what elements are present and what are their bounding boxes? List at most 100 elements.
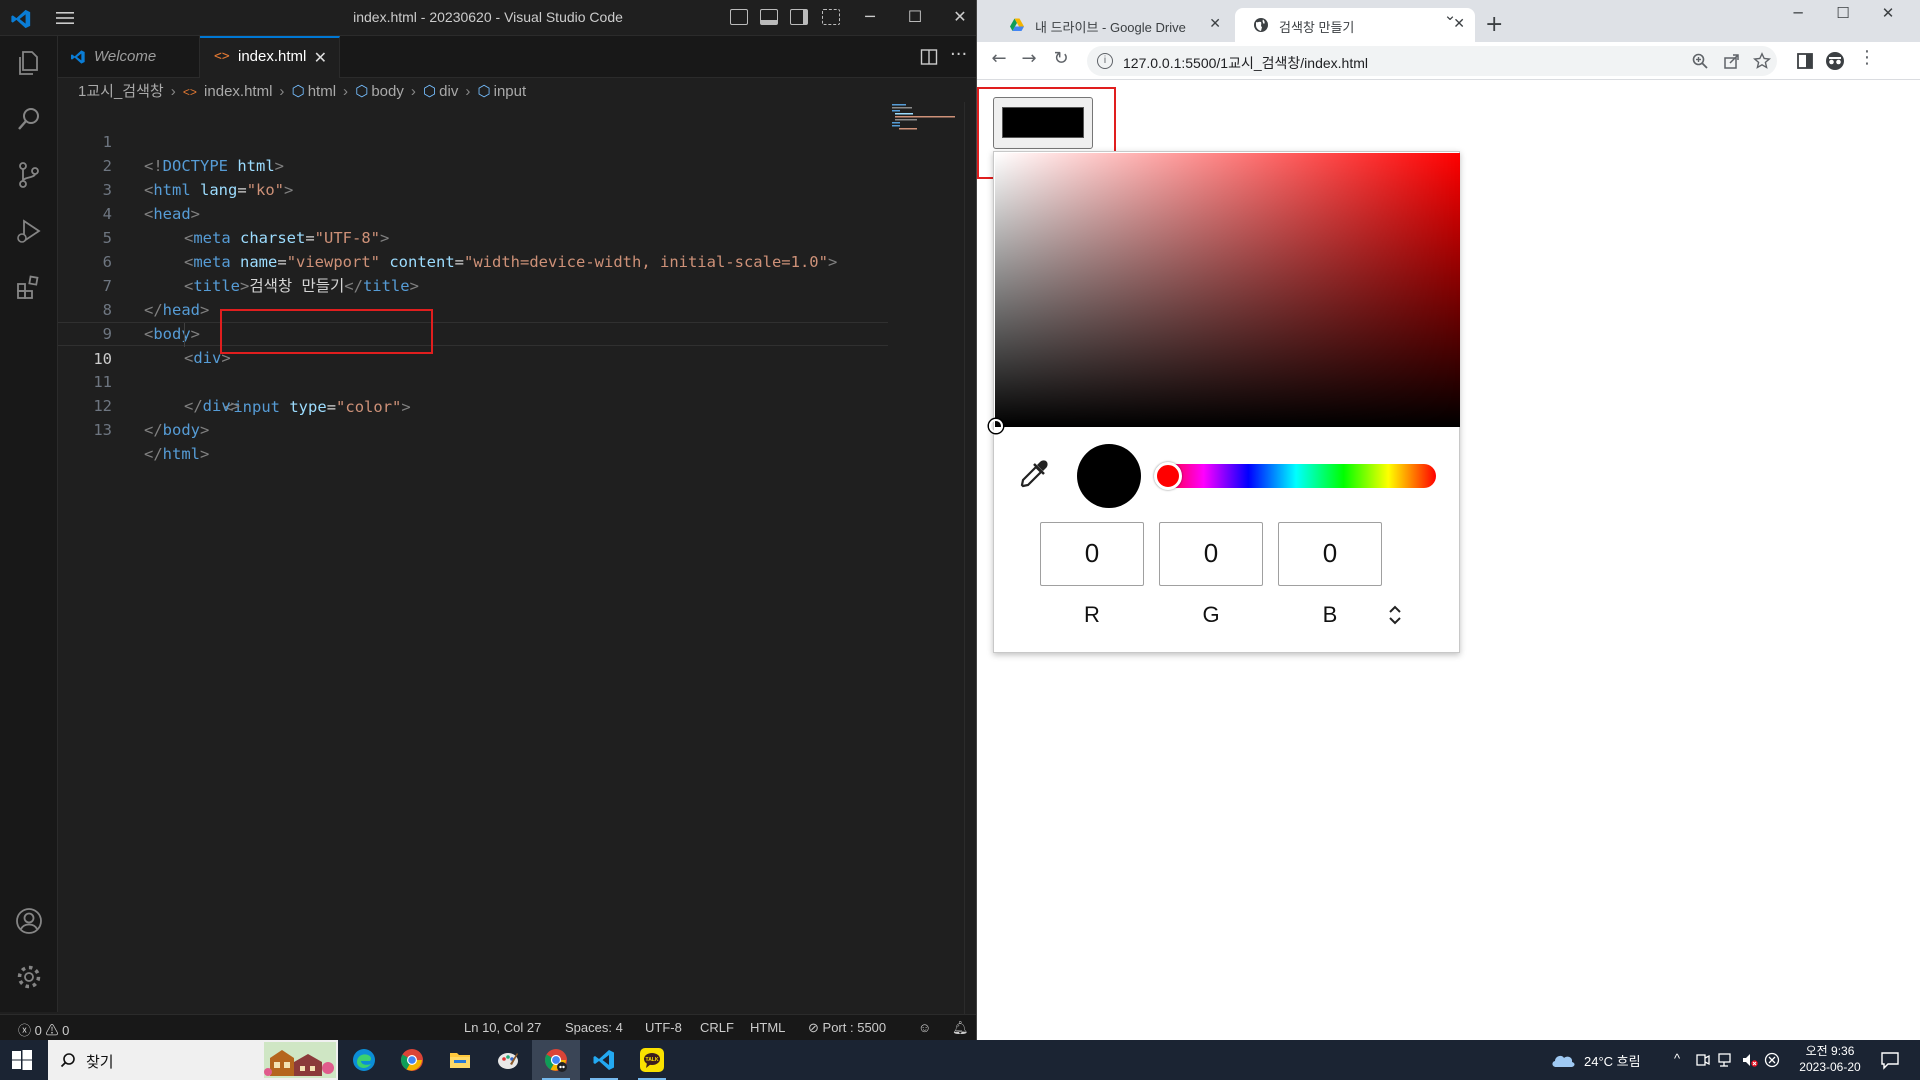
- code-line-current[interactable]: 10 <input type="color">: [58, 322, 888, 416]
- code-line[interactable]: 6 <title>검색창 만들기</title>: [58, 226, 888, 295]
- code-line[interactable]: 12 </body>: [58, 370, 888, 439]
- green-input[interactable]: 0: [1159, 522, 1263, 586]
- settings-gear-icon[interactable]: [14, 962, 44, 992]
- eol-status[interactable]: CRLF: [700, 1020, 734, 1035]
- maximize-icon[interactable]: ☐: [1832, 4, 1854, 22]
- minimize-icon[interactable]: ─: [1787, 4, 1809, 22]
- customize-layout-icon[interactable]: [822, 9, 840, 25]
- red-input[interactable]: 0: [1040, 522, 1144, 586]
- zoom-icon[interactable]: [1691, 52, 1709, 70]
- block-icon: ⊘: [808, 1020, 819, 1035]
- breadcrumb-html[interactable]: html: [308, 83, 336, 100]
- taskbar-kakaotalk[interactable]: TALK: [628, 1040, 676, 1080]
- taskbar-search-box[interactable]: 찾기: [48, 1040, 338, 1080]
- code-line[interactable]: 3 <head>: [58, 154, 888, 223]
- color-input[interactable]: [993, 97, 1093, 149]
- breadcrumb-body[interactable]: body: [371, 83, 404, 100]
- bookmark-star-icon[interactable]: [1753, 52, 1771, 70]
- code-line[interactable]: 11 </div>: [58, 346, 888, 415]
- extensions-icon[interactable]: [14, 272, 44, 302]
- language-mode[interactable]: HTML: [750, 1020, 785, 1035]
- explorer-icon[interactable]: [14, 48, 44, 78]
- network-icon[interactable]: [1718, 1052, 1734, 1068]
- breadcrumb-div[interactable]: div: [439, 83, 458, 100]
- forward-arrow-icon[interactable]: →: [1017, 48, 1041, 69]
- reload-icon[interactable]: ↻: [1049, 48, 1073, 69]
- taskbar-file-explorer[interactable]: [436, 1040, 484, 1080]
- code-line[interactable]: 7 </head>: [58, 250, 888, 319]
- editor-scrollbar[interactable]: [964, 102, 976, 1014]
- url-text[interactable]: 127.0.0.1:5500/1교시_검색창/index.html: [1123, 53, 1368, 73]
- indentation-status[interactable]: Spaces: 4: [565, 1020, 623, 1035]
- saturation-value-handle[interactable]: [989, 419, 1003, 433]
- code-highlight-box: [220, 309, 433, 354]
- breadcrumb-folder[interactable]: 1교시_검색창: [78, 83, 164, 100]
- chrome-tab-strip: 내 드라이브 - Google Drive ✕ 검색창 만들기 ✕ + ⌄ ─ …: [977, 0, 1920, 42]
- hue-slider[interactable]: [1154, 462, 1436, 490]
- format-toggle-icon[interactable]: [1386, 604, 1404, 626]
- share-icon[interactable]: [1723, 52, 1741, 70]
- toggle-primary-sidebar-icon[interactable]: [730, 9, 748, 25]
- taskbar-paint[interactable]: [484, 1040, 532, 1080]
- taskbar-edge[interactable]: [340, 1040, 388, 1080]
- code-line[interactable]: 2 <html lang="ko">: [58, 130, 888, 199]
- tab-google-drive[interactable]: 내 드라이브 - Google Drive ✕: [991, 8, 1231, 42]
- notifications-bell-icon[interactable]: 🔔︎: [952, 1020, 969, 1036]
- site-info-icon[interactable]: i: [1097, 53, 1113, 69]
- taskbar-chrome-profile[interactable]: [532, 1040, 580, 1080]
- minimap[interactable]: [890, 102, 968, 132]
- tab-welcome[interactable]: Welcome: [58, 36, 200, 78]
- close-tab-icon[interactable]: ✕: [1209, 15, 1221, 32]
- close-tab-icon[interactable]: ✕: [314, 48, 327, 68]
- close-icon[interactable]: ✕: [950, 6, 970, 28]
- run-debug-icon[interactable]: [14, 216, 44, 246]
- code-line[interactable]: 5 <meta name="viewport" content="width=d…: [58, 202, 888, 271]
- notification-center-icon[interactable]: [1880, 1050, 1900, 1070]
- side-panel-icon[interactable]: [1795, 51, 1815, 71]
- taskbar-chrome[interactable]: [388, 1040, 436, 1080]
- chrome-menu-icon[interactable]: ⋮: [1855, 47, 1879, 68]
- volume-muted-icon[interactable]: [1742, 1052, 1758, 1068]
- code-editor[interactable]: 1 <!DOCTYPE html> 2 <html lang="ko"> 3 <…: [58, 102, 976, 1014]
- error-icon: ⓧ: [18, 1023, 32, 1038]
- breadcrumb-input[interactable]: input: [494, 83, 527, 100]
- taskbar-vscode[interactable]: [580, 1040, 628, 1080]
- code-line[interactable]: 4 <meta charset="UTF-8">: [58, 178, 888, 247]
- minimize-icon[interactable]: ─: [860, 6, 880, 28]
- meet-now-icon[interactable]: [1696, 1052, 1710, 1068]
- eyedropper-icon[interactable]: [1018, 458, 1050, 490]
- weather-text[interactable]: 24°C 흐림: [1584, 1051, 1641, 1070]
- close-icon[interactable]: ✕: [1877, 4, 1899, 22]
- live-server-port[interactable]: ⊘ Port : 5500: [808, 1020, 886, 1036]
- saturation-value-area[interactable]: [989, 153, 1460, 433]
- accounts-icon[interactable]: [14, 906, 44, 936]
- tab-search-chevron-icon[interactable]: ⌄: [1439, 6, 1461, 24]
- search-icon[interactable]: [14, 104, 44, 134]
- code-line[interactable]: 8 <body>: [58, 274, 888, 343]
- toggle-panel-icon[interactable]: [760, 9, 778, 25]
- maximize-icon[interactable]: ☐: [905, 6, 925, 28]
- input-indicator-icon[interactable]: [1764, 1052, 1780, 1068]
- more-actions-icon[interactable]: ···: [950, 44, 967, 65]
- taskbar-clock[interactable]: 오전 9:36 2023-06-20: [1780, 1043, 1880, 1075]
- cursor-position[interactable]: Ln 10, Col 27: [464, 1020, 541, 1035]
- breadcrumb-file[interactable]: index.html: [204, 83, 272, 100]
- tab-index-html[interactable]: <> index.html ✕: [200, 36, 340, 78]
- windows-start-icon[interactable]: [12, 1050, 32, 1070]
- code-line[interactable]: 9 <div>: [58, 298, 888, 367]
- incognito-profile-icon[interactable]: [1825, 51, 1845, 71]
- blue-input[interactable]: 0: [1278, 522, 1382, 586]
- hue-slider-handle[interactable]: [1154, 462, 1182, 490]
- address-bar[interactable]: i 127.0.0.1:5500/1교시_검색창/index.html: [1087, 46, 1777, 76]
- problems-status[interactable]: ⓧ 0 ⚠ 0: [18, 1020, 69, 1039]
- code-line[interactable]: 13 </html>: [58, 394, 888, 463]
- feedback-icon[interactable]: ☺: [918, 1020, 931, 1035]
- encoding-status[interactable]: UTF-8: [645, 1020, 682, 1035]
- show-hidden-icons-chevron-icon[interactable]: ^: [1674, 1051, 1680, 1066]
- source-control-icon[interactable]: [14, 160, 44, 190]
- split-editor-icon[interactable]: [920, 48, 938, 66]
- new-tab-button[interactable]: +: [1485, 12, 1503, 37]
- back-arrow-icon[interactable]: ←: [987, 48, 1011, 69]
- code-line[interactable]: 1 <!DOCTYPE html>: [58, 106, 888, 175]
- toggle-secondary-sidebar-icon[interactable]: [790, 9, 808, 25]
